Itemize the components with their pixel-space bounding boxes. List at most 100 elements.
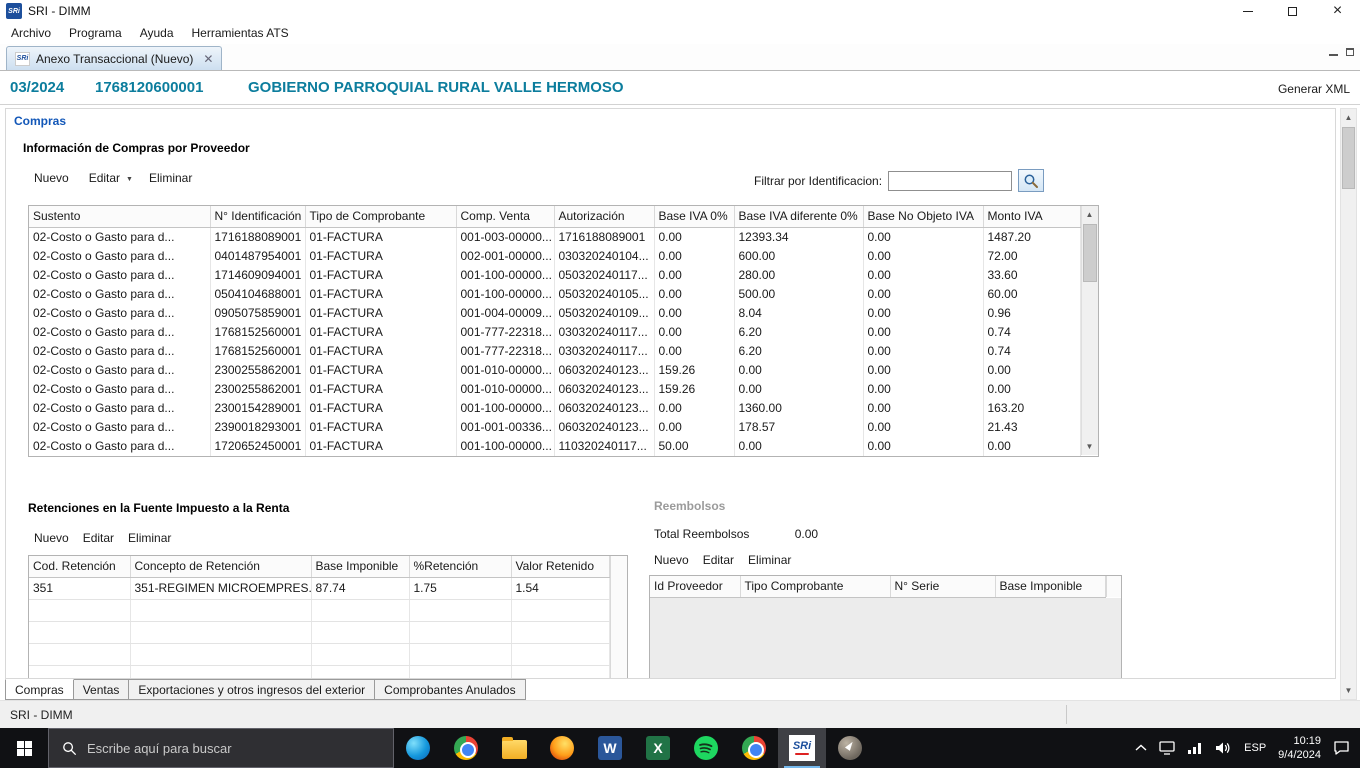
action-center-icon[interactable]	[1333, 740, 1350, 756]
table-cell[interactable]: 060320240123...	[554, 380, 655, 399]
table-cell[interactable]: 01-FACTURA	[305, 304, 457, 323]
table-row[interactable]: 02-Costo o Gasto para d... 1768152560001 0…	[29, 323, 1081, 342]
table-cell[interactable]: 01-FACTURA	[305, 418, 457, 437]
scroll-down-icon[interactable]: ▼	[1082, 438, 1098, 455]
table-cell[interactable]: 1720652450001	[210, 437, 306, 456]
table-cell[interactable]: 01-FACTURA	[305, 266, 457, 285]
table-cell[interactable]: 01-FACTURA	[305, 361, 457, 380]
column-header[interactable]: %Retención	[409, 556, 512, 578]
table-cell[interactable]: 01-FACTURA	[305, 285, 457, 304]
column-header[interactable]: Comp. Venta	[456, 206, 555, 228]
table-cell[interactable]: 01-FACTURA	[305, 227, 457, 247]
table-cell[interactable]: 02-Costo o Gasto para d...	[29, 247, 211, 266]
table-row[interactable]: 351 351-REGIMEN MICROEMPRES... 87.74 1.75 1.…	[29, 577, 610, 600]
nuevo-button[interactable]: Nuevo	[654, 553, 689, 567]
table-row[interactable]: 02-Costo o Gasto para d... 2300154289001 0…	[29, 399, 1081, 418]
table-cell[interactable]: 060320240123...	[554, 399, 655, 418]
tab-compras[interactable]: Compras	[5, 679, 74, 700]
table-row[interactable]: 02-Costo o Gasto para d... 1720652450001 0…	[29, 437, 1081, 456]
table-cell[interactable]: 2300154289001	[210, 399, 306, 418]
table-cell[interactable]: 1768152560001	[210, 323, 306, 342]
table-cell[interactable]: 01-FACTURA	[305, 342, 457, 361]
table-row[interactable]: 02-Costo o Gasto para d... 1714609094001 0…	[29, 266, 1081, 285]
table-cell[interactable]: 02-Costo o Gasto para d...	[29, 342, 211, 361]
column-header[interactable]: Autorización	[554, 206, 655, 228]
table-cell[interactable]: 2390018293001	[210, 418, 306, 437]
table-cell[interactable]: 163.20	[983, 399, 1081, 418]
table-cell[interactable]: 1360.00	[734, 399, 864, 418]
scroll-up-icon[interactable]: ▲	[1341, 109, 1356, 126]
table-cell[interactable]: 030320240117...	[554, 323, 655, 342]
table-cell[interactable]: 0.00	[654, 323, 735, 342]
table-cell[interactable]: 001-777-22318...	[456, 342, 555, 361]
table-cell[interactable]: 050320240109...	[554, 304, 655, 323]
table-cell[interactable]: 2300255862001	[210, 380, 306, 399]
taskbar-search[interactable]	[48, 728, 394, 768]
table-cell[interactable]: 02-Costo o Gasto para d...	[29, 418, 211, 437]
table-cell[interactable]: 01-FACTURA	[305, 437, 457, 456]
minimize-button[interactable]	[1225, 0, 1270, 22]
column-header[interactable]: Base Imponible	[995, 576, 1106, 598]
taskbar-app-word[interactable]: W	[586, 728, 634, 768]
table-cell[interactable]: 050320240117...	[554, 266, 655, 285]
table-cell[interactable]: 060320240123...	[554, 418, 655, 437]
table-cell[interactable]: 001-010-00000...	[456, 361, 555, 380]
table-row[interactable]: 02-Costo o Gasto para d... 0905075859001 0…	[29, 304, 1081, 323]
table-cell[interactable]: 0.00	[863, 380, 984, 399]
table-cell[interactable]: 030320240117...	[554, 342, 655, 361]
nuevo-button[interactable]: Nuevo	[34, 171, 69, 185]
table-cell[interactable]: 0.00	[654, 247, 735, 266]
taskbar-clock[interactable]: 10:19 9/4/2024	[1278, 734, 1321, 762]
column-header[interactable]: Tipo de Comprobante	[305, 206, 457, 228]
table-cell[interactable]: 02-Costo o Gasto para d...	[29, 380, 211, 399]
table-cell[interactable]: 6.20	[734, 342, 864, 361]
taskbar-app-excel[interactable]: X	[634, 728, 682, 768]
column-header[interactable]: Base IVA diferente 0%	[734, 206, 864, 228]
generar-xml-button[interactable]: Generar XML	[1278, 82, 1350, 96]
table-cell[interactable]: 1768152560001	[210, 342, 306, 361]
table-cell[interactable]: 001-777-22318...	[456, 323, 555, 342]
table-cell[interactable]: 0.00	[654, 342, 735, 361]
column-header[interactable]: Concepto de Retención	[130, 556, 312, 578]
menu-programa[interactable]: Programa	[60, 22, 131, 44]
table-cell[interactable]: 0.00	[654, 418, 735, 437]
table-cell[interactable]: 0.00	[734, 437, 864, 456]
table-row[interactable]: 02-Costo o Gasto para d... 1768152560001 0…	[29, 342, 1081, 361]
table-cell[interactable]: 01-FACTURA	[305, 323, 457, 342]
table-cell[interactable]: 87.74	[311, 577, 410, 600]
table-cell[interactable]: 0.00	[983, 380, 1081, 399]
table-cell[interactable]: 0.00	[863, 418, 984, 437]
table-cell[interactable]: 0.00	[983, 361, 1081, 380]
table-row[interactable]: 02-Costo o Gasto para d... 2300255862001 0…	[29, 380, 1081, 399]
table-cell[interactable]: 60.00	[983, 285, 1081, 304]
table-cell[interactable]: 0.00	[863, 304, 984, 323]
table-cell[interactable]: 060320240123...	[554, 361, 655, 380]
tab-comprobantes-anulados[interactable]: Comprobantes Anulados	[375, 679, 526, 700]
table-cell[interactable]: 01-FACTURA	[305, 399, 457, 418]
table-cell[interactable]: 0.00	[654, 304, 735, 323]
table-cell[interactable]: 002-001-00000...	[456, 247, 555, 266]
table-cell[interactable]: 500.00	[734, 285, 864, 304]
taskbar-app-chrome-2[interactable]	[730, 728, 778, 768]
editar-button[interactable]: Editar	[83, 531, 114, 545]
chevron-up-icon[interactable]	[1135, 744, 1147, 752]
close-tab-icon[interactable]: ✕	[203, 52, 213, 66]
close-button[interactable]: ×	[1315, 0, 1360, 22]
table-cell[interactable]: 0.00	[654, 227, 735, 247]
column-header[interactable]: Base Imponible	[311, 556, 410, 578]
table-cell[interactable]: 1.75	[409, 577, 512, 600]
table-cell[interactable]: 351	[29, 577, 131, 600]
table-cell[interactable]: 159.26	[654, 380, 735, 399]
compras-table-scrollbar[interactable]: ▲ ▼	[1080, 206, 1098, 455]
table-cell[interactable]: 01-FACTURA	[305, 380, 457, 399]
table-cell[interactable]: 351-REGIMEN MICROEMPRES...	[130, 577, 312, 600]
table-cell[interactable]: 600.00	[734, 247, 864, 266]
table-cell[interactable]: 0.00	[983, 437, 1081, 456]
eliminar-button[interactable]: Eliminar	[748, 553, 791, 567]
start-button[interactable]	[0, 728, 48, 768]
table-cell[interactable]: 001-100-00000...	[456, 437, 555, 456]
table-cell[interactable]: 110320240117...	[554, 437, 655, 456]
filter-input[interactable]	[888, 170, 1013, 191]
eliminar-button[interactable]: Eliminar	[128, 531, 171, 545]
table-cell[interactable]: 178.57	[734, 418, 864, 437]
